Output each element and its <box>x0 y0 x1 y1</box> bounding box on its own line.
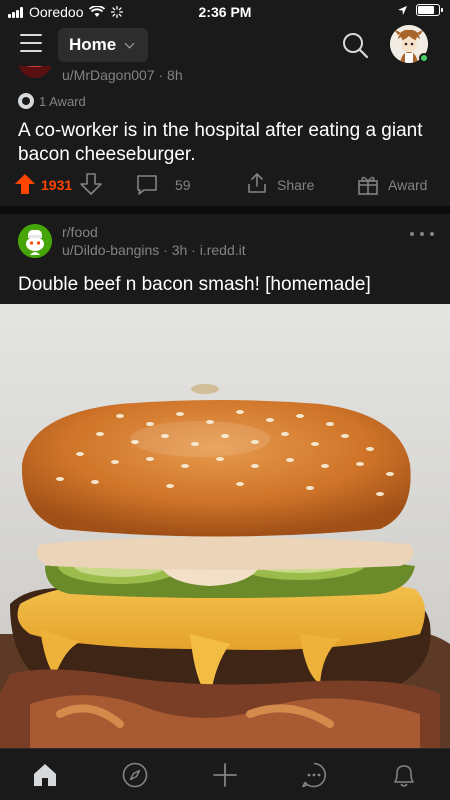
top-bar: Home <box>0 24 450 66</box>
downvote-arrow-icon[interactable] <box>80 173 102 195</box>
comment-count[interactable]: 59 <box>175 177 191 193</box>
status-bar: Ooredoo 2:36 PM <box>0 0 450 24</box>
feed-selector[interactable]: Home <box>58 28 148 62</box>
status-time: 2:36 PM <box>198 4 252 20</box>
gift-icon[interactable] <box>357 173 379 195</box>
post-actions: 1931 59 Share Award <box>0 170 450 202</box>
battery-icon <box>416 4 443 16</box>
status-right <box>397 4 443 16</box>
share-button[interactable]: Share <box>277 177 314 193</box>
upvote-arrow-icon[interactable] <box>14 173 36 195</box>
award-badge-icon <box>18 93 34 109</box>
compass-icon[interactable] <box>121 761 149 789</box>
vote-count: 1931 <box>41 177 73 193</box>
menu-icon[interactable] <box>20 34 42 52</box>
chevron-down-icon <box>124 38 135 48</box>
bottom-tab-bar <box>0 748 450 800</box>
bell-icon[interactable] <box>390 761 418 789</box>
feed-label: Home <box>69 35 117 54</box>
award-count: 1 Award <box>39 93 86 109</box>
subreddit-avatar[interactable] <box>18 224 52 258</box>
award-row[interactable]: 1 Award <box>18 93 86 109</box>
post-author-meta[interactable]: u/MrDagon007 · 8h <box>62 67 183 83</box>
post-title[interactable]: Double beef n bacon smash! [homemade] <box>18 274 438 296</box>
post-title[interactable]: A co-worker is in the hospital after eat… <box>18 119 428 167</box>
plus-icon[interactable] <box>211 761 239 789</box>
subreddit-name[interactable]: r/food <box>62 224 98 240</box>
search-icon[interactable] <box>340 30 370 60</box>
share-icon[interactable] <box>246 172 268 194</box>
award-button[interactable]: Award <box>388 177 427 193</box>
comment-icon[interactable] <box>136 174 158 196</box>
post-image[interactable] <box>0 304 450 748</box>
post-card[interactable]: r/food u/Dildo-bangins · 3h · i.redd.it … <box>0 214 450 748</box>
post-divider <box>0 206 450 214</box>
post-author-meta[interactable]: u/Dildo-bangins · 3h · i.redd.it <box>62 242 246 258</box>
online-status-dot <box>419 53 429 63</box>
more-options-icon[interactable] <box>410 232 434 240</box>
home-icon[interactable] <box>31 761 59 789</box>
subreddit-avatar[interactable] <box>18 66 52 78</box>
chat-icon[interactable] <box>300 761 328 789</box>
post-card[interactable]: u/MrDagon007 · 8h 1 Award A co-worker is… <box>0 66 450 206</box>
location-arrow-icon <box>397 5 408 15</box>
